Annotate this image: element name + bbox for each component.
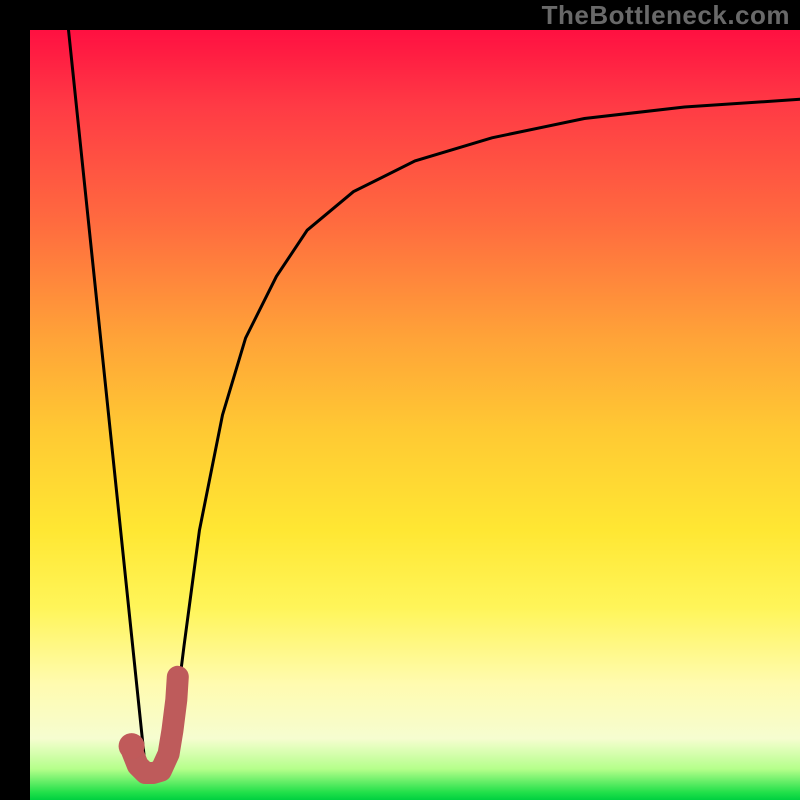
marker-group	[119, 677, 178, 773]
chart-frame: TheBottleneck.com	[0, 0, 800, 800]
watermark-text: TheBottleneck.com	[542, 0, 790, 31]
chart-svg	[30, 30, 800, 800]
curve-group	[69, 30, 800, 769]
plot-area	[30, 30, 800, 800]
line-left	[69, 30, 146, 769]
curve-right	[169, 99, 800, 769]
marker-dot	[119, 733, 145, 759]
